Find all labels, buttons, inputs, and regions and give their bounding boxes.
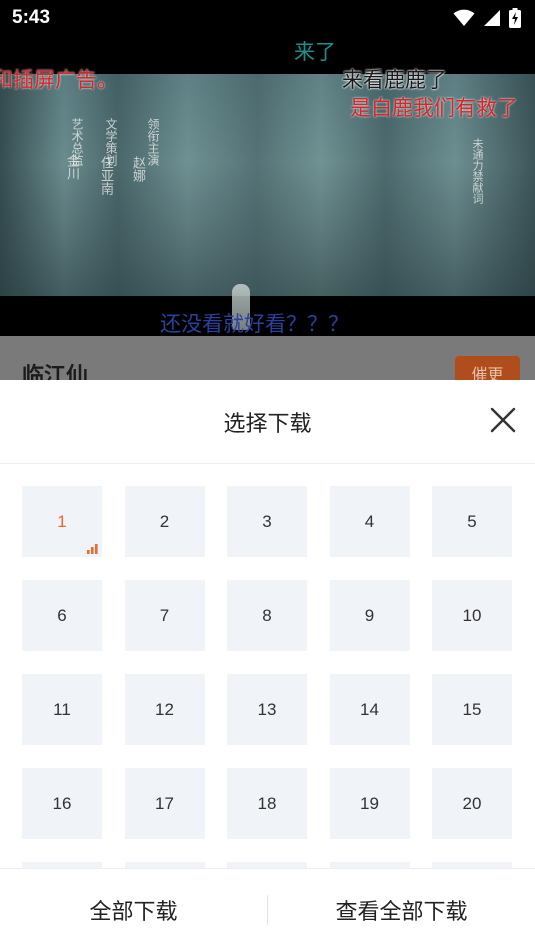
episode-cell[interactable]: 11 (22, 674, 102, 745)
episode-number: 12 (155, 699, 174, 719)
episode-cell[interactable]: 3 (227, 486, 307, 557)
episode-number: 10 (462, 605, 482, 625)
episode-number: 9 (364, 605, 375, 625)
episode-cell[interactable]: 1 (22, 486, 102, 557)
episode-cell[interactable]: 16 (22, 768, 102, 839)
sheet-title: 选择下载 (223, 411, 312, 437)
episode-cell[interactable]: 13 (227, 674, 307, 745)
episode-cell[interactable]: 8 (227, 580, 307, 651)
episode-cell[interactable]: 7 (124, 580, 205, 651)
episode-number: 16 (52, 793, 72, 813)
danmaku-comment: 来了 (294, 40, 336, 64)
episode-cell[interactable]: 20 (432, 768, 512, 839)
danmaku-comment: 还没看就好看？？？ (160, 312, 349, 336)
danmaku-comment: 是白鹿我们有救了 (350, 96, 518, 120)
episode-cell[interactable]: 12 (124, 674, 205, 745)
episode-cell[interactable]: 15 (432, 674, 512, 745)
video-credit: 任亚南 (98, 156, 113, 195)
page-background: 临江仙 催更 (0, 336, 535, 386)
episode-number: 20 (462, 793, 482, 813)
status-icons (453, 8, 521, 28)
wifi-icon (453, 9, 475, 26)
download-all-button[interactable]: 全部下载 (0, 869, 267, 951)
episode-cell[interactable]: 19 (329, 768, 410, 839)
playing-bars-icon (87, 544, 98, 554)
episode-number: 18 (257, 793, 277, 813)
status-bar: 5:43 (0, 0, 535, 36)
video-player[interactable]: 艺术总监 金川 文学策划 任亚南 领衔主演 赵娜 未通力禁献词 来了 和插屏广告… (0, 36, 535, 336)
episode-number: 1 (57, 511, 67, 531)
episode-grid: 1234567891011121314151617181920212223242… (22, 486, 512, 868)
episode-cell[interactable]: 18 (227, 768, 307, 839)
danmaku-comment: 来看鹿鹿了 (342, 68, 447, 92)
cell-signal-icon (484, 10, 500, 26)
episode-number: 4 (364, 511, 375, 531)
sheet-footer: 全部下载 查看全部下载 (0, 868, 535, 951)
episode-number: 17 (155, 793, 174, 813)
episode-number: 11 (53, 699, 71, 719)
danmaku-comment: 和插屏广告。 (0, 68, 118, 92)
episode-number: 5 (467, 511, 477, 531)
video-credit: 赵娜 (130, 156, 145, 182)
episode-cell[interactable]: 10 (432, 580, 512, 651)
video-credit: 金川 (64, 154, 79, 180)
download-sheet: 选择下载 12345678910111213141516171819202122… (0, 380, 535, 951)
episode-cell[interactable]: 5 (432, 486, 512, 557)
status-time: 5:43 (12, 7, 51, 28)
video-credit: 未通力禁献词 (471, 138, 484, 204)
view-all-downloads-button[interactable]: 查看全部下载 (268, 869, 535, 951)
episode-number: 14 (360, 699, 379, 719)
episode-cell[interactable]: 17 (124, 768, 205, 839)
episode-number: 3 (262, 511, 272, 531)
episode-cell[interactable]: 14 (329, 674, 410, 745)
episode-cell[interactable]: 2 (124, 486, 205, 557)
episode-cell[interactable]: 6 (22, 580, 102, 651)
episode-number: 15 (462, 699, 482, 719)
close-icon (490, 407, 516, 433)
close-button[interactable] (487, 404, 519, 436)
episode-number: 19 (360, 793, 379, 813)
episode-cell[interactable]: 9 (329, 580, 410, 651)
video-credit: 领衔主演 (146, 118, 160, 166)
battery-charging-icon (509, 8, 521, 28)
episode-cell[interactable]: 4 (329, 486, 410, 557)
episode-number: 2 (159, 511, 170, 531)
episode-grid-scroll[interactable]: 1234567891011121314151617181920212223242… (0, 464, 535, 868)
episode-number: 8 (262, 605, 272, 625)
episode-number: 6 (57, 605, 67, 625)
episode-number: 13 (257, 699, 277, 719)
sheet-header: 选择下载 (0, 380, 535, 464)
episode-number: 7 (159, 605, 170, 625)
